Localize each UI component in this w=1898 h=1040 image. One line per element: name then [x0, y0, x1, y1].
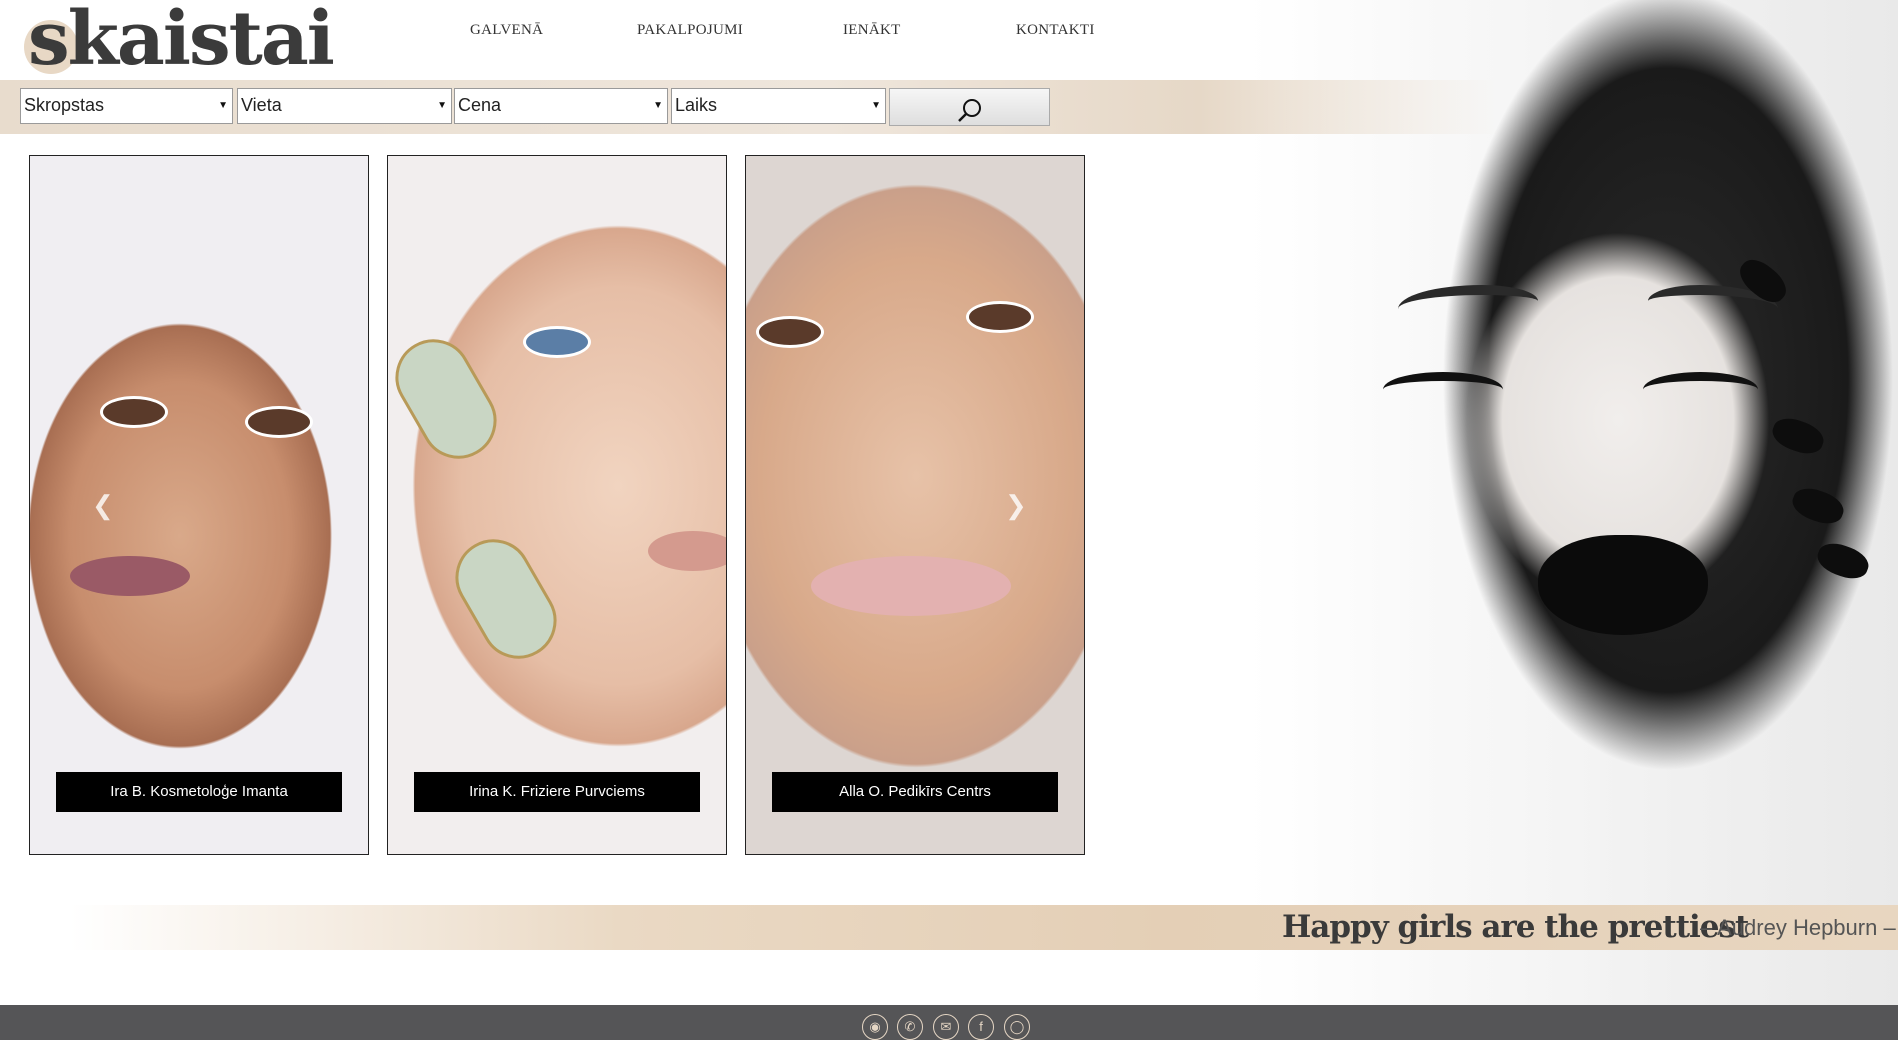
hero-brow-left	[1398, 285, 1538, 325]
hero-nail	[1813, 538, 1873, 584]
photo-eye	[523, 326, 591, 358]
logo-text: skaistai	[28, 0, 335, 82]
service-select-value: Skropstas	[24, 95, 105, 115]
photo-eye	[100, 396, 168, 428]
photo-lips	[70, 556, 190, 596]
time-select[interactable]: Laiks ▼	[671, 88, 886, 124]
specialist-card[interactable]: Ira B. Kosmetoloģe Imanta	[29, 155, 369, 855]
search-button[interactable]	[889, 88, 1050, 126]
phone-icon[interactable]: ✆	[897, 1014, 923, 1040]
card-caption: Alla O. Pedikīrs Centrs	[772, 772, 1058, 812]
photo-jade-roller	[441, 525, 571, 673]
photo-eye	[245, 406, 313, 438]
carousel-next-icon[interactable]: ❯	[1005, 490, 1027, 521]
search-icon	[958, 99, 981, 122]
nav-item-galvena[interactable]: GALVENĀ	[470, 22, 543, 39]
specialist-card[interactable]: Alla O. Pedikīrs Centrs	[745, 155, 1085, 855]
price-select-value: Cena	[458, 95, 502, 115]
hero-lips	[1538, 535, 1708, 635]
photo-eye	[966, 301, 1034, 333]
carousel-prev-icon[interactable]: ❮	[92, 490, 114, 521]
site-logo[interactable]: skaistai	[24, 0, 335, 78]
mail-icon[interactable]: ✉	[933, 1014, 959, 1040]
dropdown-arrow-icon: ▼	[871, 100, 881, 111]
globe-icon[interactable]: ◯	[1004, 1014, 1030, 1040]
location-select-value: Vieta	[241, 95, 282, 115]
location-select[interactable]: Vieta ▼	[237, 88, 452, 124]
map-pin-icon[interactable]: ◉	[862, 1014, 888, 1040]
hero-eye-left	[1383, 372, 1503, 407]
hero-nail	[1788, 483, 1848, 529]
quote-author: – Audrey Hepburn –	[1700, 915, 1896, 940]
footer: ◉ ✆ ✉ f ◯	[0, 1005, 1898, 1040]
time-select-value: Laiks	[675, 95, 718, 115]
specialist-photo	[388, 156, 726, 854]
dropdown-arrow-icon: ▼	[218, 100, 228, 111]
photo-lips	[648, 531, 726, 571]
nav-item-ienakt[interactable]: IENĀKT	[843, 22, 901, 39]
nav-item-kontakti[interactable]: KONTAKTI	[1016, 22, 1095, 39]
photo-eye	[756, 316, 824, 348]
facebook-icon[interactable]: f	[968, 1014, 994, 1040]
dropdown-arrow-icon: ▼	[437, 100, 447, 111]
filter-bar: Skropstas ▼ Vieta ▼ Cena ▼ Laiks ▼	[0, 80, 1500, 134]
service-select[interactable]: Skropstas ▼	[20, 88, 233, 124]
photo-jade-roller	[388, 325, 511, 473]
price-select[interactable]: Cena ▼	[454, 88, 668, 124]
specialist-card[interactable]: Irina K. Friziere Purvciems	[387, 155, 727, 855]
nav-item-pakalpojumi[interactable]: PAKALPOJUMI	[637, 22, 743, 39]
specialist-photo	[30, 156, 368, 854]
hero-portrait-image	[1248, 0, 1898, 1005]
quote-text: Happy girls are the prettiest	[1282, 909, 1749, 945]
photo-lips	[811, 556, 1011, 616]
card-caption: Irina K. Friziere Purvciems	[414, 772, 700, 812]
dropdown-arrow-icon: ▼	[653, 100, 663, 111]
hero-nail	[1768, 413, 1828, 459]
hero-eye-right	[1643, 372, 1758, 407]
specialist-photo	[746, 156, 1084, 854]
card-caption: Ira B. Kosmetoloģe Imanta	[56, 772, 342, 812]
